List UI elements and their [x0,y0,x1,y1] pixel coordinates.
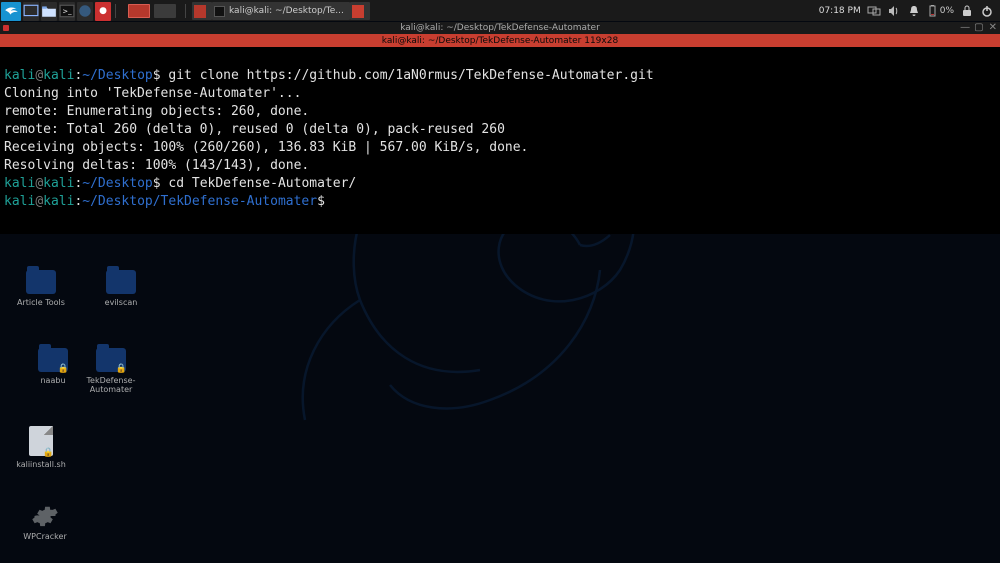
task-button-recorder-2[interactable] [350,2,370,20]
red-square-icon [352,5,364,18]
titlebar-red-icon [3,25,9,31]
svg-text:>_: >_ [62,7,72,15]
terminal-output: Resolving deltas: 100% (143/143), done. [4,158,309,173]
terminal-window[interactable]: kali@kali: ~/Desktop/TekDefense-Automate… [0,22,1000,233]
power-icon[interactable] [980,4,994,18]
window-close-button[interactable]: ✕ [989,23,997,33]
terminal-output: remote: Enumerating objects: 260, done. [4,104,309,119]
prompt-dollar: $ [153,68,161,83]
notifications-icon[interactable] [907,4,921,18]
terminal-body[interactable]: kali@kali:~/Desktop$ git clone https://g… [0,47,1000,233]
terminal-output: remote: Total 260 (delta 0), reused 0 (d… [4,122,505,137]
terminal-output: Cloning into 'TekDefense-Automater'... [4,86,301,101]
multi-monitor-icon[interactable] [867,4,881,18]
show-desktop-button[interactable] [23,2,39,21]
task-button-terminal[interactable]: kali@kali: ~/Desktop/Te... [212,2,350,20]
workspace-2[interactable] [154,4,176,18]
prompt-host: kali [43,176,74,191]
workspace-switcher[interactable] [128,4,176,18]
desktop-label: TekDefense-Automater [80,376,142,394]
start-menu-button[interactable] [1,2,21,21]
desktop-icon-tekdefense[interactable]: TekDefense-Automater [80,348,142,394]
volume-icon[interactable] [887,4,901,18]
prompt-host: kali [43,194,74,209]
prompt-user: kali [4,68,35,83]
task-button-recorder[interactable] [192,2,212,20]
desktop-icon-evilscan[interactable]: evilscan [90,270,152,307]
battery-indicator[interactable]: 0% [927,5,954,17]
terminal-icon [214,6,225,17]
taskbar: >_ ● kali@kali: ~/Desktop/Te... 07:18 PM [0,0,1000,21]
desktop-icon-article-tools[interactable]: Article Tools [10,270,72,307]
battery-percent: 0% [940,6,954,16]
prompt-user: kali [4,176,35,191]
window-maximize-button[interactable]: ▢ [974,23,983,33]
file-manager-launcher[interactable] [41,2,57,21]
desktop-label: evilscan [90,298,152,307]
screen-recorder-icon[interactable]: ● [95,2,111,21]
desktop-icon-naabu[interactable]: naabu [22,348,84,385]
prompt-path: ~/Desktop/TekDefense-Automater [82,194,317,209]
lock-icon[interactable] [960,4,974,18]
terminal-cmd-2: cd TekDefense-Automater/ [168,176,356,191]
red-square-icon [194,5,206,18]
workspace-1[interactable] [128,4,150,18]
desktop-label: kaliinstall.sh [10,460,72,469]
prompt-dollar: $ [153,176,161,191]
gear-icon [14,502,76,532]
prompt-host: kali [43,68,74,83]
prompt-at: @ [35,68,43,83]
prompt-at: @ [35,194,43,209]
window-minimize-button[interactable]: — [960,23,970,33]
prompt-path: ~/Desktop [82,176,152,191]
prompt-dollar: $ [317,194,325,209]
launcher-app-1[interactable] [77,2,93,21]
terminal-tab[interactable]: kali@kali: ~/Desktop/TekDefense-Automate… [0,34,1000,47]
terminal-launcher[interactable]: >_ [59,2,75,21]
desktop-label: Article Tools [10,298,72,307]
terminal-output: Receiving objects: 100% (260/260), 136.8… [4,140,528,155]
desktop-label: WPCracker [14,532,76,541]
task-label: kali@kali: ~/Desktop/Te... [229,6,344,16]
prompt-path: ~/Desktop [82,68,152,83]
clock[interactable]: 07:18 PM [819,6,861,16]
desktop-icon-kaliinstall[interactable]: kaliinstall.sh [10,426,72,469]
desktop-label: naabu [22,376,84,385]
desktop-icon-wpcracker[interactable]: WPCracker [14,502,76,541]
terminal-titlebar[interactable]: kali@kali: ~/Desktop/TekDefense-Automate… [0,22,1000,34]
terminal-cmd-1: git clone https://github.com/1aN0rmus/Te… [168,68,653,83]
terminal-tab-label: kali@kali: ~/Desktop/TekDefense-Automate… [382,36,618,46]
prompt-user: kali [4,194,35,209]
terminal-title: kali@kali: ~/Desktop/TekDefense-Automate… [400,23,600,33]
prompt-at: @ [35,176,43,191]
